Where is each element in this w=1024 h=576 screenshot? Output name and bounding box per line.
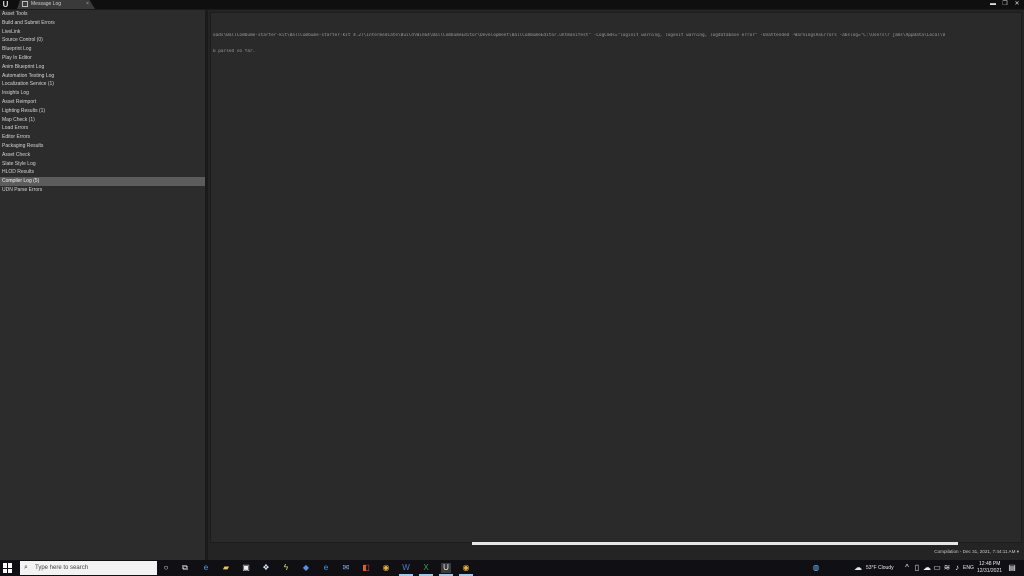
close-button[interactable]: ✕ <box>1014 0 1020 9</box>
search-icon: ⌕ <box>24 564 28 571</box>
sidebar-item-packaging-results[interactable]: Packaging Results <box>0 142 205 151</box>
weather-text[interactable]: 53°F Cloudy <box>866 565 894 571</box>
lightning-app-icon[interactable]: ϟ <box>281 563 291 573</box>
tab-message-log[interactable]: Message Log × <box>17 0 95 9</box>
sidebar-item-asset-reimport[interactable]: Asset Reimport <box>0 98 205 107</box>
scrollbar-thumb[interactable] <box>472 542 958 545</box>
sidebar-item-asset-check[interactable]: Asset Check <box>0 151 205 160</box>
message-log-icon <box>22 1 28 7</box>
excel-icon[interactable]: X <box>421 563 431 573</box>
sidebar-item-build-and-submit-errors[interactable]: Build and Submit Errors <box>0 19 205 28</box>
office-icon[interactable]: ◧ <box>361 563 371 573</box>
wifi-icon[interactable]: ≋ <box>942 563 952 573</box>
sidebar-item-udn-parse-errors[interactable]: UDN Parse Errors <box>0 186 205 195</box>
window-controls: ▬ ❐ ✕ <box>990 0 1020 9</box>
volume-icon[interactable]: ♪ <box>952 563 962 573</box>
editor-window: U Message Log × ▬ ❐ ✕ Asset Tools Build … <box>0 0 1024 560</box>
network-icon[interactable]: ▭ <box>932 563 942 573</box>
compilation-status-dropdown[interactable]: Compilation - Dec 31, 2021, 7:44:11 AM ▾ <box>934 549 1019 555</box>
tab-close-icon[interactable]: × <box>86 0 89 9</box>
taskbar-search-box[interactable]: ⌕ Type here to search <box>20 561 157 575</box>
meet-now-icon[interactable]: ◍ <box>811 563 821 573</box>
sidebar-item-automation-testing-log[interactable]: Automation Testing Log <box>0 72 205 81</box>
app-icon[interactable]: ◆ <box>301 563 311 573</box>
language-indicator[interactable]: ENG <box>963 565 974 571</box>
sidebar-item-play-in-editor[interactable]: Play In Editor <box>0 54 205 63</box>
file-explorer-icon[interactable]: ▰ <box>221 563 231 573</box>
unreal-logo-icon: U <box>2 0 9 9</box>
cortana-icon[interactable]: ○ <box>161 563 171 573</box>
log-line: oads\BallCombume-starter-kit\BallCombume… <box>213 33 946 38</box>
horizontal-scrollbar[interactable] <box>213 542 1019 545</box>
clock-time[interactable]: 12:48 PM <box>979 561 1000 567</box>
maximize-button[interactable]: ❐ <box>1002 0 1008 9</box>
sidebar-item-map-check[interactable]: Map Check (1) <box>0 116 205 125</box>
mail-icon[interactable]: ✉ <box>341 563 351 573</box>
minimize-button[interactable]: ▬ <box>990 0 996 9</box>
sidebar-item-editor-errors[interactable]: Editor Errors <box>0 133 205 142</box>
cloudy-weather-icon[interactable]: ☁ <box>853 563 863 573</box>
dropbox-icon[interactable]: ❖ <box>261 563 271 573</box>
notification-center-icon[interactable]: ▤ <box>1007 563 1017 573</box>
sidebar-item-lighting-results[interactable]: Lighting Results (1) <box>0 107 205 116</box>
store-icon[interactable]: ▣ <box>241 563 251 573</box>
internet-explorer-icon[interactable]: e <box>321 563 331 573</box>
log-category-list: Asset Tools Build and Submit Errors Live… <box>0 10 205 560</box>
tab-label: Message Log <box>31 1 62 7</box>
log-line: 6 parsed so far. <box>213 49 256 54</box>
sidebar-item-blueprint-log[interactable]: Blueprint Log <box>0 45 205 54</box>
sidebar-item-slate-style-log[interactable]: Slate Style Log <box>0 160 205 169</box>
chevron-up-icon[interactable]: ^ <box>902 563 912 573</box>
task-view-icon[interactable]: ⧉ <box>180 563 190 573</box>
sidebar-item-compiler-log[interactable]: Compiler Log (5) <box>0 177 205 186</box>
windows-taskbar: ⌕ Type here to search ○ ⧉ e ▰ ▣ ❖ ϟ ◆ e … <box>0 560 1024 576</box>
log-content-area: oads\BallCombume-starter-kit\BallCombume… <box>208 10 1024 560</box>
tray-icon[interactable]: ▯ <box>912 563 922 573</box>
sidebar-item-livelink[interactable]: LiveLink <box>0 28 205 37</box>
word-icon[interactable]: W <box>401 563 411 573</box>
chrome-icon[interactable]: ◉ <box>381 563 391 573</box>
edge-browser-icon[interactable]: e <box>201 563 211 573</box>
sidebar-item-hlod-results[interactable]: HLOD Results <box>0 168 205 177</box>
sidebar-item-anim-blueprint-log[interactable]: Anim Blueprint Log <box>0 63 205 72</box>
sidebar-item-asset-tools[interactable]: Asset Tools <box>0 10 205 19</box>
clock-date[interactable]: 12/31/2021 <box>977 568 1002 574</box>
title-bar: U Message Log × ▬ ❐ ✕ <box>0 0 1024 9</box>
chrome-icon[interactable]: ◉ <box>461 563 471 573</box>
sidebar-item-load-errors[interactable]: Load Errors <box>0 124 205 133</box>
log-output-panel[interactable]: oads\BallCombume-starter-kit\BallCombume… <box>210 12 1022 545</box>
unreal-engine-icon[interactable]: U <box>441 563 451 573</box>
sidebar-item-localization-service[interactable]: Localization Service (1) <box>0 80 205 89</box>
sidebar-item-source-control[interactable]: Source Control (0) <box>0 36 205 45</box>
windows-start-icon[interactable] <box>3 563 13 573</box>
search-placeholder: Type here to search <box>35 565 89 571</box>
sidebar-item-insights-log[interactable]: Insights Log <box>0 89 205 98</box>
onedrive-icon[interactable]: ☁ <box>922 563 932 573</box>
